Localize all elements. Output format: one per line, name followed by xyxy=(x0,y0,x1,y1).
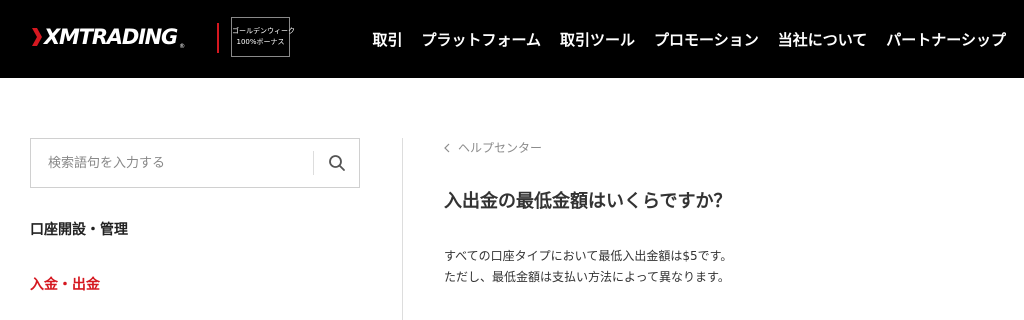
search-icon xyxy=(329,155,345,171)
logo-registered-mark: ® xyxy=(179,43,186,50)
site-header: XMTRADING ® ゴールデンウィーク 100%ボーナス 取引 プラットフォ… xyxy=(0,0,1024,78)
search-button[interactable] xyxy=(314,139,360,187)
logo-divider xyxy=(217,23,219,53)
sidebar-item-deposit-withdrawal[interactable]: 入金・出金 xyxy=(30,274,100,294)
article-paragraph-1: すべての口座タイプにおいて最低入出金額は$5です。 xyxy=(444,249,733,263)
promo-badge[interactable]: ゴールデンウィーク 100%ボーナス xyxy=(231,17,295,57)
chevron-left-icon xyxy=(444,143,450,153)
page-title: 入出金の最低金額はいくらですか？ xyxy=(444,191,732,212)
logo-text: XMTRADING xyxy=(44,24,178,49)
nav-item-trading-tools[interactable]: 取引ツール xyxy=(560,29,635,50)
promo-line-2: 100%ボーナス xyxy=(236,38,285,46)
promo-line-1: ゴールデンウィーク xyxy=(232,27,295,35)
search-input[interactable] xyxy=(31,139,313,187)
nav-item-partnership[interactable]: パートナーシップ xyxy=(886,29,1006,50)
nav-item-platforms[interactable]: プラットフォーム xyxy=(421,29,541,50)
xmtrading-logo[interactable]: XMTRADING ® xyxy=(30,22,185,52)
column-divider xyxy=(402,138,403,320)
breadcrumb-help-center[interactable]: ヘルプセンター xyxy=(444,139,542,156)
article-body: すべての口座タイプにおいて最低入出金額は$5です。 ただし、最低金額は支払い方法… xyxy=(444,246,732,288)
nav-item-promotions[interactable]: プロモーション xyxy=(654,29,759,50)
breadcrumb-label: ヘルプセンター xyxy=(458,141,543,155)
article-paragraph-2: ただし、最低金額は支払い方法によって異なります。 xyxy=(444,270,730,284)
main-nav: 取引 プラットフォーム 取引ツール プロモーション 当社について パートナーシッ… xyxy=(372,0,1006,78)
logo-mark-icon xyxy=(32,28,42,46)
sidebar-item-account-opening[interactable]: 口座開設・管理 xyxy=(30,219,128,239)
nav-item-trading[interactable]: 取引 xyxy=(372,29,402,50)
nav-item-about-us[interactable]: 当社について xyxy=(778,29,868,50)
search-box xyxy=(30,138,360,188)
